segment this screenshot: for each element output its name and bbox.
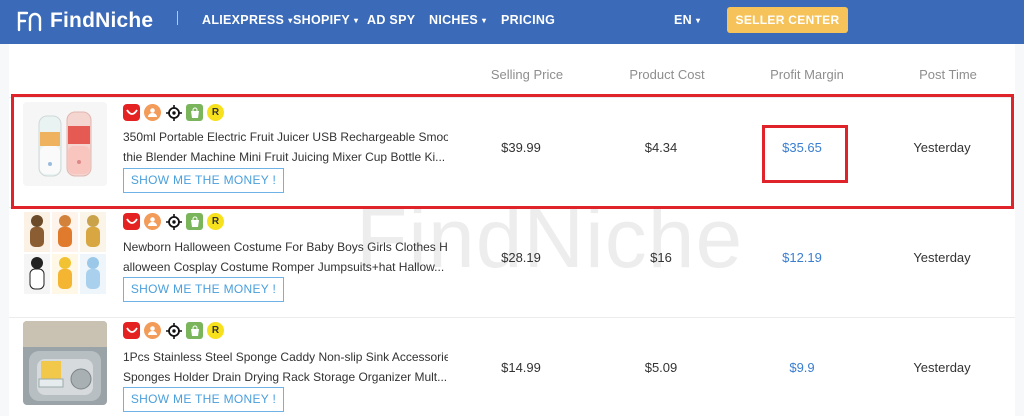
badge-group: R: [123, 322, 224, 339]
aliexpress-icon[interactable]: [123, 322, 140, 339]
r-badge-icon[interactable]: R: [207, 322, 224, 339]
selling-price: $28.19: [501, 250, 541, 265]
r-badge-icon[interactable]: R: [207, 213, 224, 230]
show-me-the-money-button[interactable]: SHOW ME THE MONEY !: [123, 387, 284, 412]
product-title-line: 1Pcs Stainless Steel Sponge Caddy Non-sl…: [123, 350, 448, 364]
product-cost: $5.09: [644, 360, 678, 375]
product-cost: $16: [650, 250, 672, 265]
header-profit-margin: Profit Margin: [770, 67, 844, 82]
nav-ad-spy-label: AD SPY: [367, 13, 416, 27]
product-title[interactable]: Newborn Halloween Costume For Baby Boys …: [123, 237, 448, 277]
product-title-line: alloween Cosplay Costume Romper Jumpsuit…: [123, 260, 445, 274]
nav-aliexpress[interactable]: ALIEXPRESS ▾: [202, 13, 293, 27]
findniche-logo[interactable]: FindNiche: [16, 9, 153, 33]
language-selector[interactable]: EN ▾: [674, 13, 700, 27]
chevron-down-icon: ▾: [288, 16, 293, 25]
seller-center-button[interactable]: SELLER CENTER: [727, 7, 848, 33]
row-divider: [9, 317, 1015, 318]
user-icon[interactable]: [144, 322, 161, 339]
highlight-row-box: [11, 94, 1014, 209]
post-time: Yesterday: [913, 250, 971, 265]
badge-group: R: [123, 213, 224, 230]
profit-margin[interactable]: $12.19: [742, 250, 862, 265]
costume-image: [23, 211, 107, 295]
nav-separator: [177, 11, 178, 25]
chevron-down-icon: ▾: [482, 16, 487, 25]
shopify-icon[interactable]: [186, 213, 203, 230]
nav-ad-spy[interactable]: AD SPY: [367, 13, 415, 27]
profit-margin[interactable]: $9.9: [742, 360, 862, 375]
post-time: Yesterday: [913, 360, 971, 375]
header-post-time: Post Time: [919, 67, 977, 82]
logo-text: FindNiche: [50, 9, 154, 32]
language-label: EN: [674, 13, 692, 27]
aliexpress-icon[interactable]: [123, 213, 140, 230]
product-title[interactable]: 1Pcs Stainless Steel Sponge Caddy Non-sl…: [123, 347, 448, 387]
highlight-profit-margin-box: [762, 125, 848, 183]
sponge-caddy-image: [23, 321, 107, 405]
shopify-icon[interactable]: [186, 322, 203, 339]
product-title-line: Sponges Holder Drain Drying Rack Storage…: [123, 370, 448, 384]
target-icon[interactable]: [165, 213, 182, 230]
product-title-line: Newborn Halloween Costume For Baby Boys …: [123, 240, 448, 254]
selling-price: $14.99: [501, 360, 541, 375]
nav-pricing[interactable]: PRICING: [501, 13, 555, 27]
logo-icon: [17, 11, 42, 32]
nav-aliexpress-label: ALIEXPRESS: [202, 13, 285, 27]
header-selling-price: Selling Price: [490, 67, 564, 82]
nav-pricing-label: PRICING: [501, 13, 556, 27]
target-icon[interactable]: [165, 322, 182, 339]
product-image[interactable]: [23, 321, 107, 405]
nav-niches[interactable]: NICHES ▾: [429, 13, 486, 27]
show-me-the-money-button[interactable]: SHOW ME THE MONEY !: [123, 277, 284, 302]
user-icon[interactable]: [144, 213, 161, 230]
nav-niches-label: NICHES: [429, 13, 479, 27]
nav-shopify[interactable]: SHOPIFY ▾: [293, 13, 358, 27]
nav-shopify-label: SHOPIFY: [293, 13, 350, 27]
top-navigation-bar: FindNiche ALIEXPRESS ▾ SHOPIFY ▾ AD SPY NI…: [0, 0, 1024, 44]
header-product-cost: Product Cost: [629, 67, 705, 82]
chevron-down-icon: ▾: [353, 16, 359, 25]
product-image[interactable]: [23, 211, 107, 295]
chevron-down-icon: ▾: [695, 16, 701, 25]
